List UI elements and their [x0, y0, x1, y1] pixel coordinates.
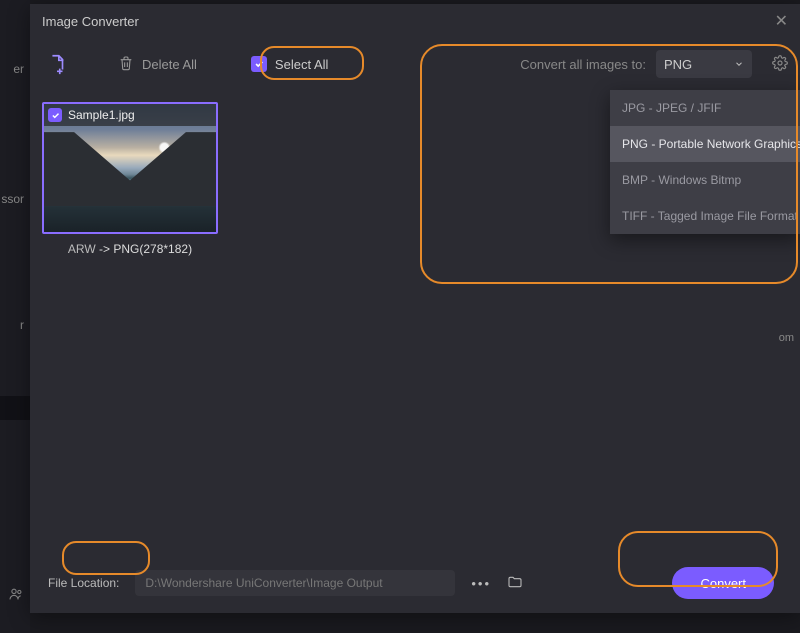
output-format-select[interactable]: PNG [656, 50, 752, 78]
select-all-toggle[interactable]: Select All [237, 50, 342, 78]
thumbnail-caption: ARW -> PNG(278*182) [42, 242, 218, 256]
chevron-down-icon [734, 57, 744, 72]
close-icon[interactable]: ✕ [775, 11, 788, 31]
sidebar-fragment-text: er [0, 62, 24, 76]
format-option-jpg[interactable]: JPG - JPEG / JFIF [610, 90, 800, 126]
image-converter-modal: Image Converter ✕ Delete All Select All [30, 4, 800, 613]
image-item[interactable]: Sample1.jpg ARW -> PNG(278*182) [42, 102, 218, 256]
thumbnail-frame: Sample1.jpg [42, 102, 218, 234]
obscured-text-fragment: om [779, 332, 794, 344]
delete-all-button[interactable]: Delete All [118, 55, 197, 74]
select-all-label: Select All [275, 57, 328, 72]
trash-icon [118, 55, 134, 74]
delete-all-label: Delete All [142, 57, 197, 72]
thumbnail-filename: Sample1.jpg [68, 108, 135, 122]
titlebar: Image Converter ✕ [30, 4, 800, 38]
sidebar-active-row [0, 396, 30, 420]
convert-button[interactable]: Convert [672, 567, 774, 599]
app-sidebar-fragment: er ssor r [0, 0, 30, 633]
image-grid: Sample1.jpg ARW -> PNG(278*182) JPG - JP… [30, 90, 800, 553]
sidebar-fragment-text: r [0, 318, 24, 332]
sidebar-fragment-text: ssor [0, 192, 24, 206]
convert-to-label: Convert all images to: [520, 57, 646, 72]
people-icon[interactable] [8, 586, 24, 605]
checkbox-checked-icon[interactable] [48, 108, 62, 122]
footer: File Location: ••• Convert [30, 553, 800, 613]
checkbox-checked-icon [251, 56, 267, 72]
settings-button[interactable] [772, 55, 788, 74]
output-format-value: PNG [664, 57, 692, 72]
open-folder-button[interactable] [507, 574, 523, 593]
file-location-label: File Location: [42, 572, 125, 594]
thumbnail-header: Sample1.jpg [44, 104, 216, 126]
format-option-tiff[interactable]: TIFF - Tagged Image File Format [610, 198, 800, 234]
toolbar: Delete All Select All Convert all images… [30, 38, 800, 90]
format-option-bmp[interactable]: BMP - Windows Bitmp [610, 162, 800, 198]
more-options-button[interactable]: ••• [465, 576, 497, 591]
add-file-button[interactable] [42, 49, 72, 79]
window-title: Image Converter [42, 14, 139, 29]
format-option-png[interactable]: PNG - Portable Network Graphics [610, 126, 800, 162]
format-dropdown: JPG - JPEG / JFIF PNG - Portable Network… [610, 90, 800, 234]
file-location-input[interactable] [135, 570, 455, 596]
